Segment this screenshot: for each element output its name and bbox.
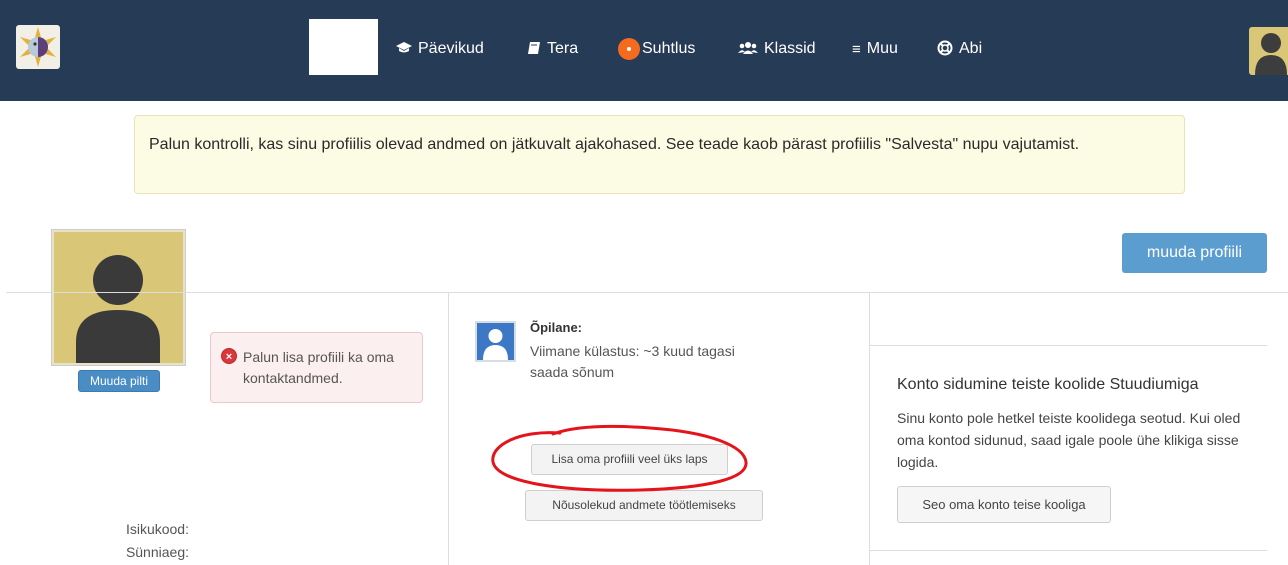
graduation-cap-icon xyxy=(396,41,412,58)
profile-update-notice: Palun kontrolli, kas sinu profiilis olev… xyxy=(134,115,1185,194)
section-divider xyxy=(870,550,1267,551)
column-divider xyxy=(448,292,449,565)
notice-text: Palun kontrolli, kas sinu profiilis olev… xyxy=(149,136,1080,153)
student-avatar[interactable] xyxy=(475,321,516,362)
life-ring-icon xyxy=(937,40,953,59)
change-picture-button[interactable]: Muuda pilti xyxy=(78,370,160,392)
nav-item-muu[interactable]: ≡ Muu xyxy=(852,38,898,60)
account-link-description: Sinu konto pole hetkel teiste koolidega … xyxy=(897,410,1241,470)
nav-item-abi[interactable]: Abi xyxy=(937,38,982,60)
section-divider xyxy=(6,292,1288,293)
menu-bars-icon: ≡ xyxy=(852,40,861,58)
nav-item-suhtlus[interactable]: Suhtlus xyxy=(618,38,695,60)
hidden-placeholder-box xyxy=(309,19,378,75)
nav-label: Muu xyxy=(866,40,898,57)
link-account-button[interactable]: Seo oma konto teise kooliga xyxy=(897,486,1111,523)
synniaeg-label: Sünniaeg: xyxy=(125,544,189,560)
send-message-link[interactable]: saada sõnum xyxy=(530,364,614,380)
contact-info-error-alert: × Palun lisa profiili ka oma kontaktandm… xyxy=(210,332,423,403)
student-last-visit: Viimane külastus: ~3 kuud tagasi xyxy=(530,343,735,359)
section-divider xyxy=(870,345,1267,346)
profile-picture xyxy=(52,230,185,365)
nav-label: Abi xyxy=(959,40,983,57)
error-text: Palun lisa profiili ka oma kontaktandmed… xyxy=(243,349,394,386)
nav-label: Päevikud xyxy=(418,40,484,57)
message-dot-icon xyxy=(618,38,640,60)
user-avatar[interactable] xyxy=(1249,27,1288,75)
error-x-icon: × xyxy=(221,348,237,364)
school-logo[interactable] xyxy=(16,25,60,69)
nav-label: Klassid xyxy=(764,40,816,57)
add-child-button[interactable]: Lisa oma profiili veel üks laps xyxy=(531,444,728,475)
nav-item-tera[interactable]: Tera xyxy=(527,38,578,60)
column-divider xyxy=(869,292,870,565)
consents-button[interactable]: Nõusolekud andmete töötlemiseks xyxy=(525,490,763,521)
edit-profile-button[interactable]: muuda profiili xyxy=(1122,233,1267,273)
users-icon xyxy=(738,41,758,58)
book-icon xyxy=(527,41,541,58)
nav-item-paevikud[interactable]: Päevikud xyxy=(396,38,484,60)
nav-item-klassid[interactable]: Klassid xyxy=(738,38,816,60)
nav-label: Tera xyxy=(547,40,579,57)
nav-label: Suhtlus xyxy=(642,40,696,57)
student-role-label: Õpilane: xyxy=(530,320,583,335)
top-navigation-bar: Päevikud Tera Suhtlus Klassid ≡ Muu Abi xyxy=(0,0,1288,101)
isikukood-label: Isikukood: xyxy=(125,521,189,537)
account-link-title: Konto sidumine teiste koolide Stuudiumig… xyxy=(897,376,1199,393)
